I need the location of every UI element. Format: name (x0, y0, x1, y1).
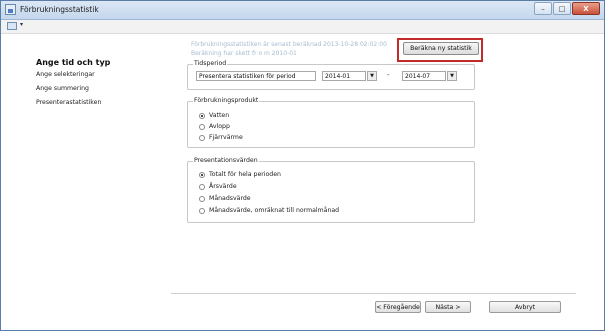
presentationsvarden-legend: Presentationsvärden (193, 157, 259, 164)
radio-label: Månadsvärde (209, 195, 251, 202)
radio-label: Månadsvärde, omräknat till normalmånad (209, 207, 340, 214)
maximize-button[interactable]: □ (553, 2, 571, 15)
period-type-field[interactable]: Presentera statistiken för period (196, 71, 316, 81)
chevron-down-icon[interactable]: ▾ (20, 21, 23, 28)
toolbar: ▾ (1, 20, 604, 34)
next-button[interactable]: Nästa > (425, 301, 471, 313)
radio-label: Totalt för hela perioden (209, 171, 281, 178)
chevron-down-icon[interactable]: ▼ (447, 71, 457, 81)
chevron-down-icon[interactable]: ▼ (367, 71, 377, 81)
forbrukningsprodukt-legend: Förbrukningsprodukt (193, 97, 260, 104)
close-button[interactable]: X (572, 2, 600, 15)
step-item-selekteringar[interactable]: Ange selekteringar (36, 71, 95, 78)
minimize-button[interactable]: – (534, 2, 552, 15)
radio-fjarrvarme[interactable]: Fjärrvärme (199, 134, 243, 141)
info-line-calculated: Förbrukningsstatistiken är senast beräkn… (191, 41, 387, 48)
title-bar: Förbrukningsstatistik – □ X (1, 1, 604, 20)
radio-label: Årsvärde (209, 183, 237, 190)
radio-vatten[interactable]: Vatten (199, 112, 229, 119)
app-icon (5, 4, 16, 15)
radio-icon[interactable] (199, 134, 205, 141)
period-to-field[interactable]: 2014-07 (402, 71, 446, 81)
radio-avlopp[interactable]: Avlopp (199, 123, 230, 130)
radio-label: Vatten (209, 112, 230, 119)
step-title: Ange tid och typ (36, 58, 111, 67)
radio-icon[interactable] (199, 112, 205, 119)
period-dash: - (387, 71, 390, 79)
footer-divider (171, 293, 576, 294)
radio-label: Fjärrvärme (209, 134, 243, 141)
radio-icon[interactable] (199, 207, 205, 214)
radio-manadsvarde-normal[interactable]: Månadsvärde, omräknat till normalmånad (199, 207, 339, 214)
radio-manadsvarde[interactable]: Månadsvärde (199, 195, 251, 202)
step-item-presentera[interactable]: Presenterastatistiken (36, 99, 101, 106)
info-line-from: Beräkning har skett fr o m 2010-01 (191, 50, 297, 57)
app-window: Förbrukningsstatistik – □ X ▾ Ange tid o… (0, 0, 605, 331)
radio-icon[interactable] (199, 123, 205, 130)
radio-label: Avlopp (209, 123, 230, 130)
highlight-box (397, 38, 483, 62)
radio-icon[interactable] (199, 183, 205, 190)
step-item-summering[interactable]: Ange summering (36, 85, 89, 92)
radio-icon[interactable] (199, 171, 205, 178)
cancel-button[interactable]: Avbryt (489, 301, 561, 313)
previous-button[interactable]: < Föregående (375, 301, 421, 313)
radio-arsvarde[interactable]: Årsvärde (199, 183, 237, 190)
tidsperiod-legend: Tidsperiod (193, 60, 228, 67)
radio-icon[interactable] (199, 195, 205, 202)
window-title: Förbrukningsstatistik (20, 5, 99, 14)
radio-totalt[interactable]: Totalt för hela perioden (199, 171, 281, 178)
toolbar-menu-icon[interactable] (7, 22, 17, 30)
period-from-field[interactable]: 2014-01 (322, 71, 366, 81)
